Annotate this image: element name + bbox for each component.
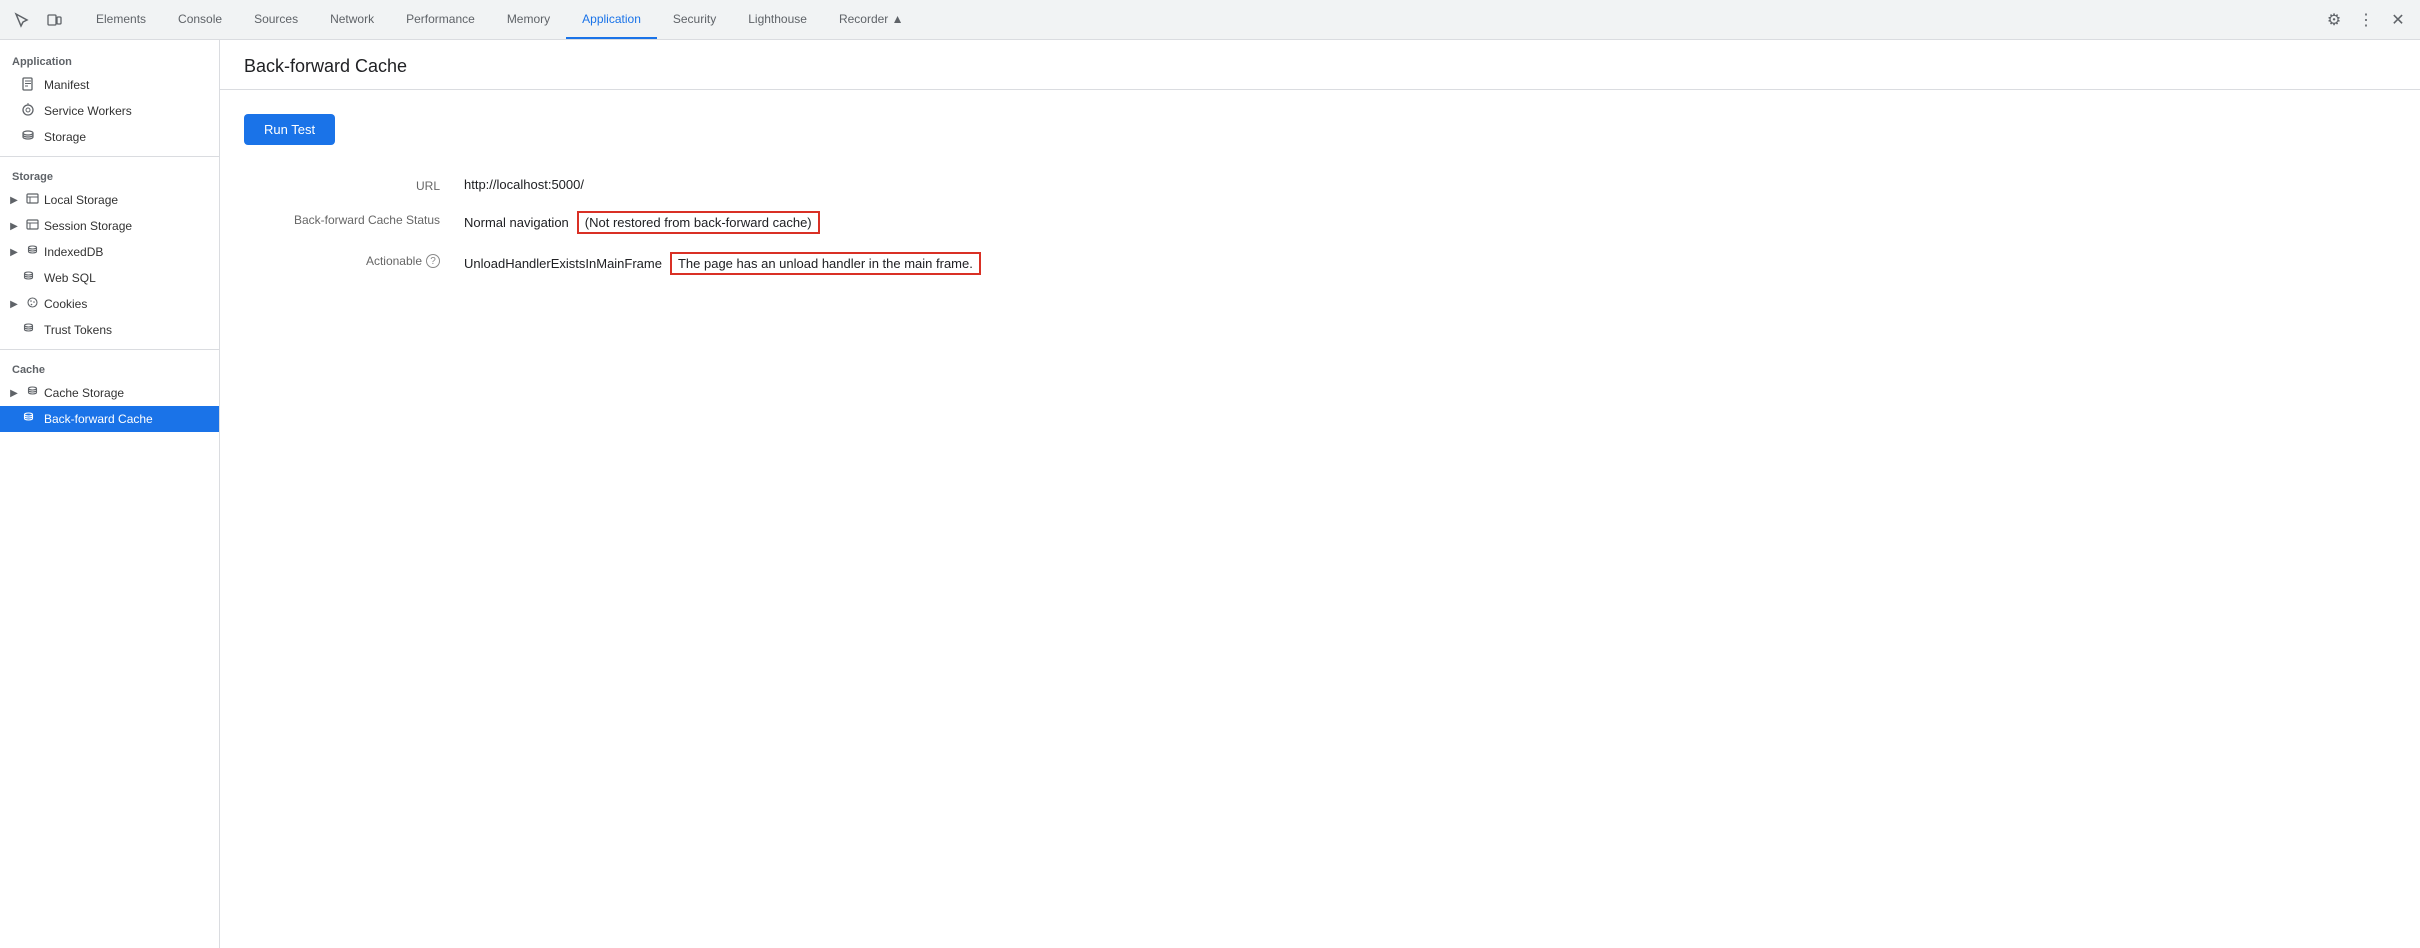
sidebar-item-storage[interactable]: Storage [0, 124, 219, 150]
cache-status-label: Back-forward Cache Status [244, 211, 464, 227]
toolbar-right: ⚙ ⋮ ✕ [2320, 6, 2412, 34]
web-sql-label: Web SQL [44, 271, 96, 285]
manifest-label: Manifest [44, 78, 89, 92]
tab-application[interactable]: Application [566, 0, 657, 39]
cache-storage-icon [24, 385, 40, 401]
actionable-highlight-box: The page has an unload handler in the ma… [670, 252, 981, 275]
service-workers-icon [20, 103, 36, 120]
content-header: Back-forward Cache [220, 40, 2420, 90]
devtools-toolbar: Elements Console Sources Network Perform… [0, 0, 2420, 40]
sidebar-item-cache-storage[interactable]: ▶ Cache Storage [0, 380, 219, 406]
sidebar-section-storage: Storage [0, 163, 219, 187]
tab-recorder[interactable]: Recorder ▲ [823, 0, 920, 39]
close-icon[interactable]: ✕ [2384, 6, 2412, 34]
tab-lighthouse[interactable]: Lighthouse [732, 0, 823, 39]
trust-tokens-label: Trust Tokens [44, 323, 112, 337]
actionable-value: UnloadHandlerExistsInMainFrame The page … [464, 252, 1144, 275]
chevron-icon: ▶ [8, 195, 20, 206]
local-storage-icon [24, 192, 40, 208]
cookies-label: Cookies [44, 297, 87, 311]
toolbar-left-icons [8, 6, 68, 34]
sidebar-section-application: Application [0, 48, 219, 72]
actionable-label: Actionable ? [244, 252, 464, 268]
session-storage-label: Session Storage [44, 219, 132, 233]
sidebar-item-indexeddb[interactable]: ▶ IndexedDB [0, 239, 219, 265]
sidebar-item-web-sql[interactable]: Web SQL [0, 265, 219, 291]
cache-status-value: Normal navigation (Not restored from bac… [464, 211, 1144, 234]
sidebar-item-local-storage[interactable]: ▶ Local Storage [0, 187, 219, 213]
info-grid: URL http://localhost:5000/ Back-forward … [244, 177, 1144, 275]
sidebar-section-cache: Cache [0, 356, 219, 380]
main-layout: Application Manifest Service W [0, 40, 2420, 948]
inspect-icon[interactable] [8, 6, 36, 34]
tab-security[interactable]: Security [657, 0, 732, 39]
trust-tokens-icon [20, 322, 36, 338]
back-forward-cache-label: Back-forward Cache [44, 412, 153, 426]
sidebar-divider-1 [0, 156, 219, 157]
sidebar: Application Manifest Service W [0, 40, 220, 948]
chevron-icon: ▶ [8, 299, 20, 310]
cache-storage-label: Cache Storage [44, 386, 124, 400]
chevron-icon: ▶ [8, 221, 20, 232]
manifest-icon [20, 77, 36, 94]
tab-memory[interactable]: Memory [491, 0, 566, 39]
sidebar-item-trust-tokens[interactable]: Trust Tokens [0, 317, 219, 343]
tab-console[interactable]: Console [162, 0, 238, 39]
sidebar-item-session-storage[interactable]: ▶ Session Storage [0, 213, 219, 239]
tab-bar: Elements Console Sources Network Perform… [80, 0, 2320, 39]
content-body: Run Test URL http://localhost:5000/ Back… [220, 90, 2420, 299]
indexeddb-icon [24, 244, 40, 260]
chevron-icon: ▶ [8, 388, 20, 399]
chevron-icon: ▶ [8, 247, 20, 258]
more-options-icon[interactable]: ⋮ [2352, 6, 2380, 34]
back-forward-cache-icon [20, 411, 36, 427]
actionable-help-icon[interactable]: ? [426, 254, 440, 268]
storage-label: Storage [44, 130, 86, 144]
device-toggle-icon[interactable] [40, 6, 68, 34]
content-area: Back-forward Cache Run Test URL http://l… [220, 40, 2420, 948]
page-title: Back-forward Cache [244, 56, 2396, 77]
service-workers-label: Service Workers [44, 104, 132, 118]
tab-performance[interactable]: Performance [390, 0, 491, 39]
settings-icon[interactable]: ⚙ [2320, 6, 2348, 34]
local-storage-label: Local Storage [44, 193, 118, 207]
web-sql-icon [20, 270, 36, 286]
session-storage-icon [24, 218, 40, 234]
storage-icon [20, 129, 36, 146]
sidebar-item-back-forward-cache[interactable]: Back-forward Cache [0, 406, 219, 432]
sidebar-item-cookies[interactable]: ▶ Cookies [0, 291, 219, 317]
url-label: URL [244, 177, 464, 193]
tab-network[interactable]: Network [314, 0, 390, 39]
sidebar-item-service-workers[interactable]: Service Workers [0, 98, 219, 124]
run-test-button[interactable]: Run Test [244, 114, 335, 145]
actionable-code: UnloadHandlerExistsInMainFrame [464, 256, 662, 271]
sidebar-item-manifest[interactable]: Manifest [0, 72, 219, 98]
sidebar-divider-2 [0, 349, 219, 350]
tab-sources[interactable]: Sources [238, 0, 314, 39]
cookies-icon [24, 296, 40, 312]
status-highlight-box: (Not restored from back-forward cache) [577, 211, 820, 234]
url-value: http://localhost:5000/ [464, 177, 1144, 192]
indexeddb-label: IndexedDB [44, 245, 103, 259]
status-text: Normal navigation [464, 215, 569, 230]
tab-elements[interactable]: Elements [80, 0, 162, 39]
